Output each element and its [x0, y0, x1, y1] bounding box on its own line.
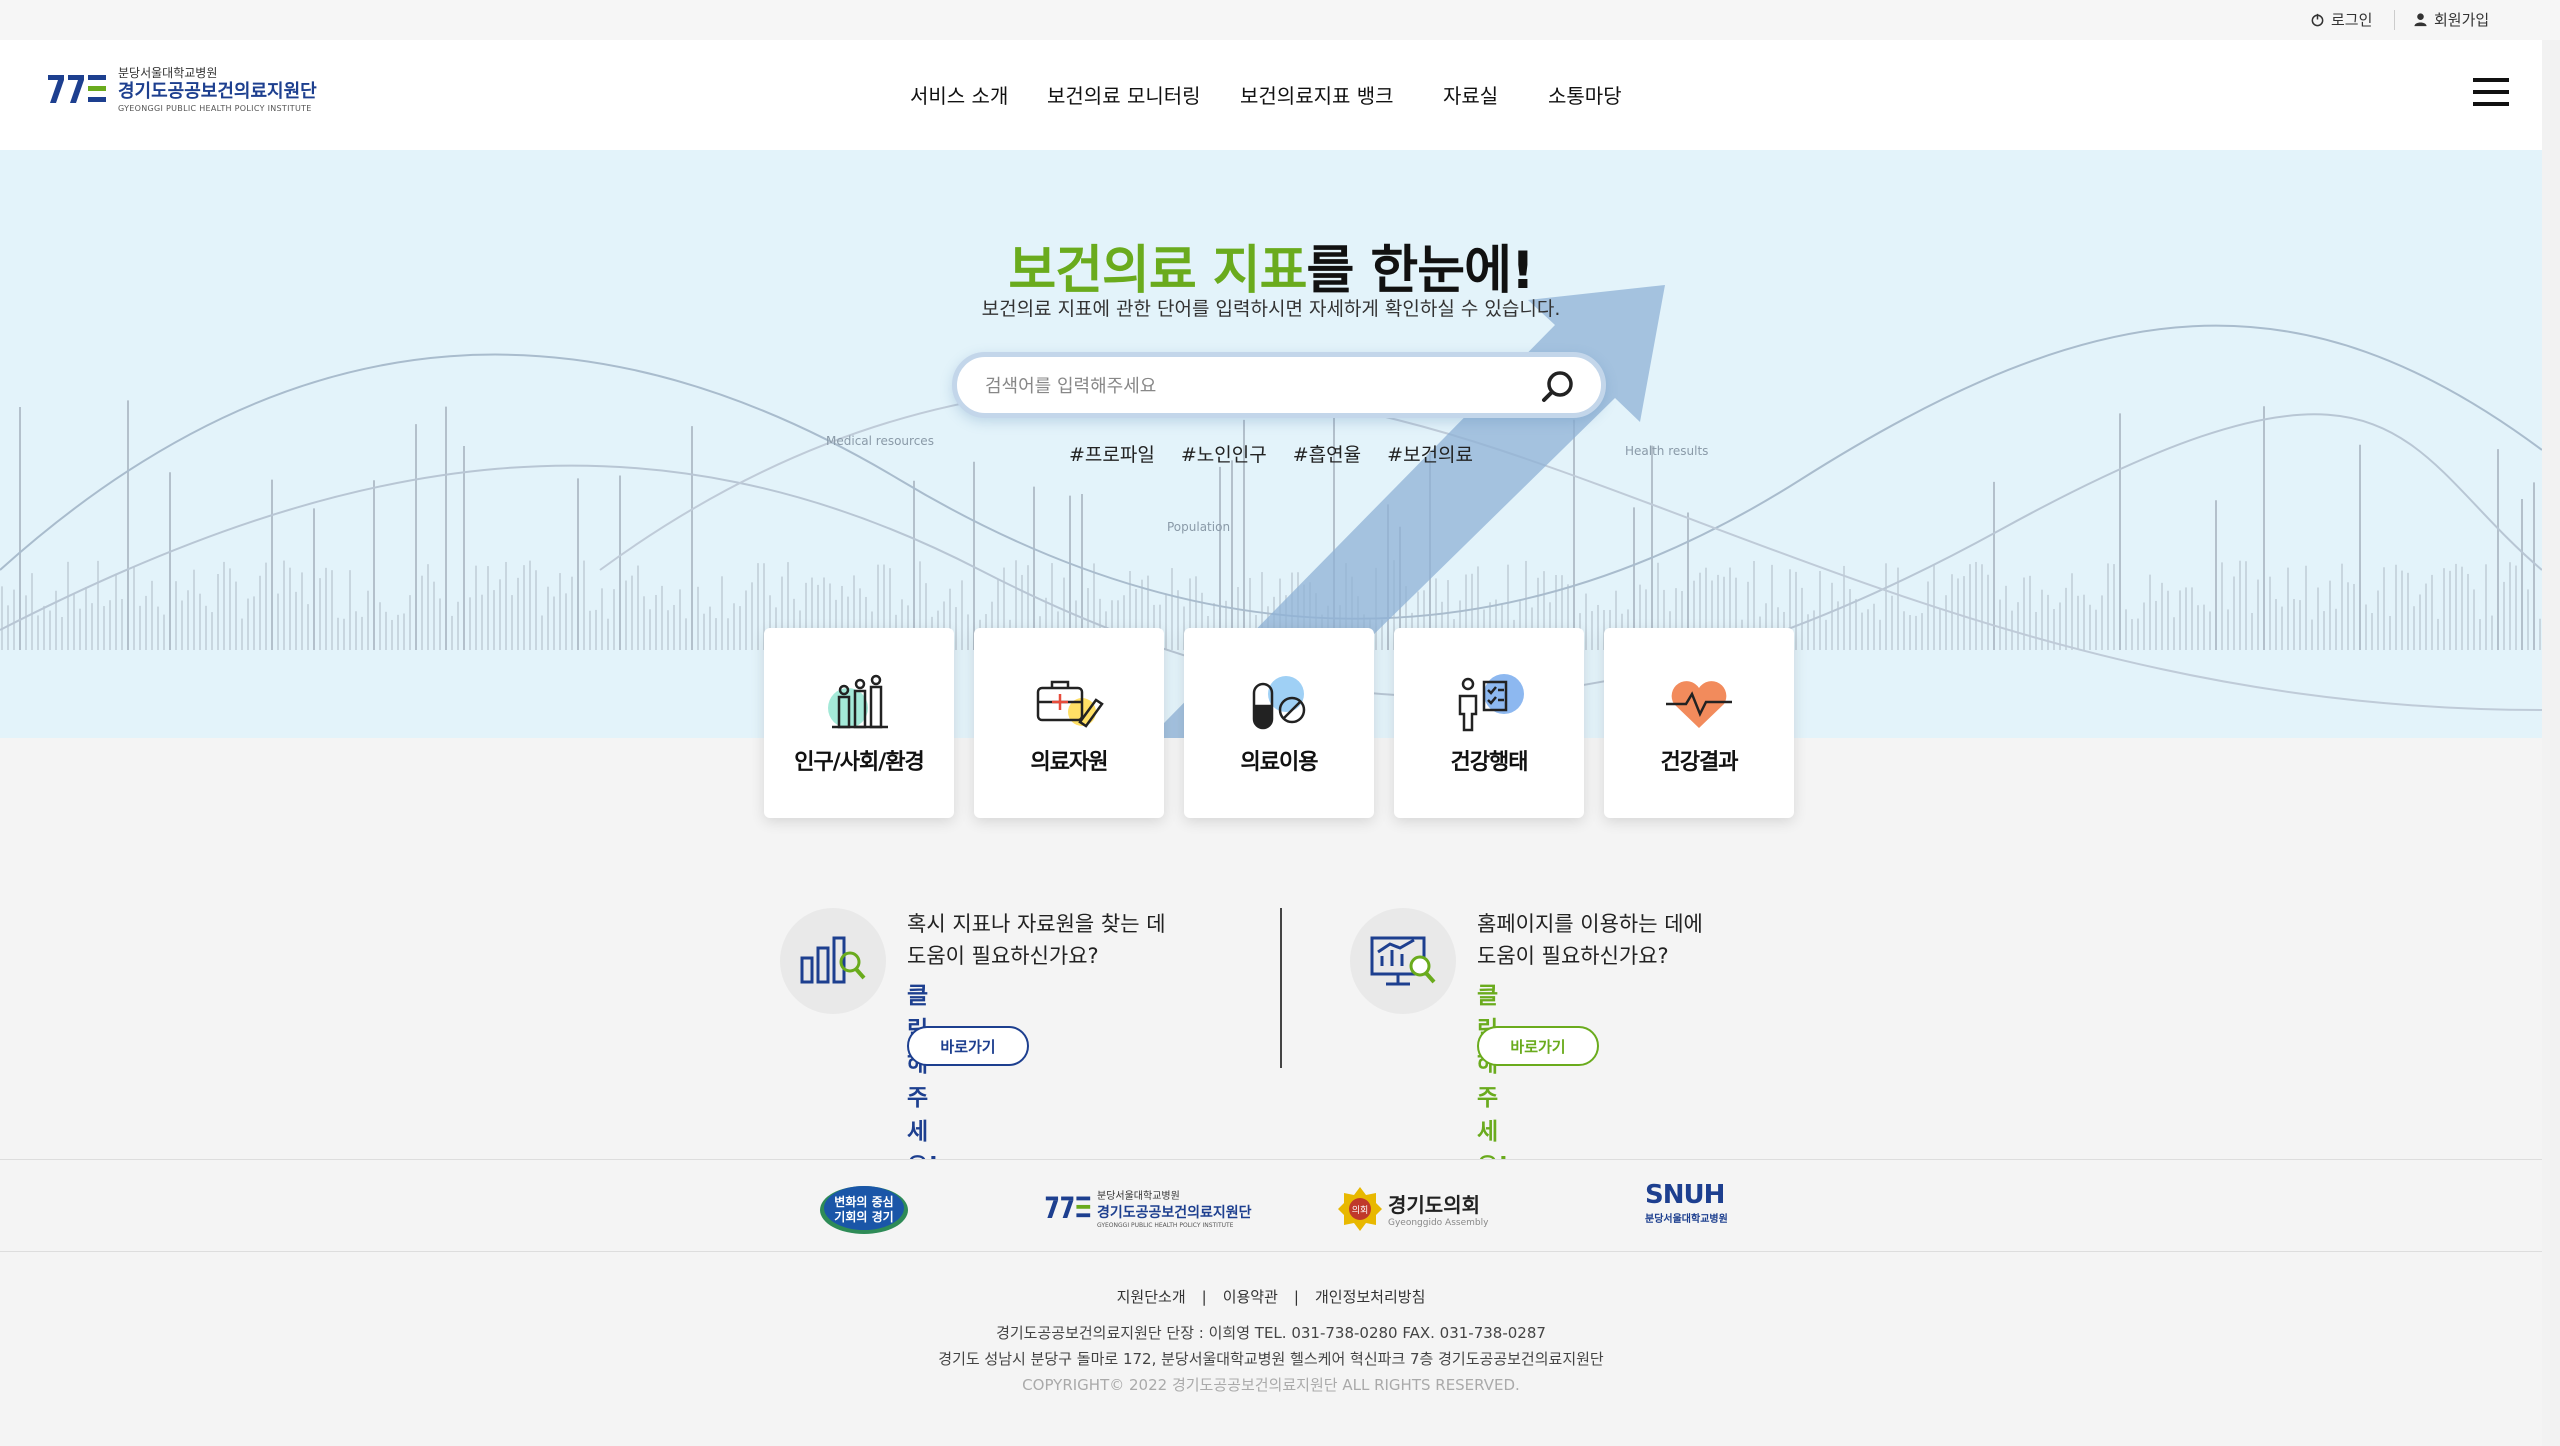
card-label: 인구/사회/환경: [794, 750, 925, 775]
population-icon: [828, 674, 888, 729]
card-label: 의료자원: [1030, 750, 1109, 775]
heart-pulse-icon: [1666, 681, 1732, 728]
nav-archive[interactable]: 자료실: [1443, 80, 1498, 109]
tag-smoking[interactable]: #흡연율: [1293, 440, 1361, 467]
help-divider: [1280, 908, 1282, 1068]
card-medical-use[interactable]: 의료이용: [1184, 628, 1374, 818]
help-text: 혹시 지표나 자료원을 찾는 데 도움이 필요하신가요?: [907, 908, 1227, 972]
search-box: [952, 352, 1606, 418]
checklist-person-icon: [1458, 674, 1524, 732]
logo-subtitle: 분당서울대학교병원: [118, 66, 218, 80]
help-line1: 혹시 지표나 자료원을 찾는 데: [907, 912, 1166, 936]
card-medical-resources[interactable]: 의료자원: [974, 628, 1164, 818]
tag-healthcare[interactable]: #보건의료: [1387, 440, 1473, 467]
partner-gyeonggi[interactable]: 변화의 중심 기회의 경기: [818, 1180, 916, 1236]
footer-address: 경기도 성남시 분당구 돌마로 172, 분당서울대학교병원 헬스케어 혁신파크…: [938, 1350, 1604, 1368]
institute-en: GYEONGGI PUBLIC HEALTH POLICY INSTITUTE: [1097, 1222, 1234, 1229]
tag-elderly[interactable]: #노인인구: [1181, 440, 1267, 467]
pill-icon: [1252, 676, 1306, 730]
svg-text:의회: 의회: [1352, 1205, 1369, 1216]
hero-title: 보건의료 지표를 한눈에!: [0, 228, 2542, 303]
snuh-logo: SNUH: [1645, 1180, 1725, 1210]
help-line1: 홈페이지를 이용하는 데에: [1477, 912, 1703, 936]
popular-tags: #프로파일 #노인인구 #흡연율 #보건의료: [0, 440, 2542, 467]
footer-link-terms[interactable]: 이용약관: [1223, 1288, 1278, 1306]
help-indicator-circle: [780, 908, 886, 1014]
monitor-chart-icon: [1370, 936, 1436, 986]
council-english: Gyeonggido Assembly: [1388, 1217, 1489, 1228]
council-seal-icon: 의회: [1338, 1187, 1382, 1231]
signup-link[interactable]: 회원가입: [2413, 9, 2489, 30]
site-header: 분당서울대학교병원 경기도공공보건의료지원단 GYEONGGI PUBLIC H…: [0, 40, 2542, 150]
partner-snuh[interactable]: SNUH 분당서울대학교병원: [1645, 1180, 1728, 1236]
footer-links: 지원단소개 | 이용약관 | 개인정보처리방침: [0, 1286, 2542, 1307]
nav-indicator-bank[interactable]: 보건의료지표 뱅크: [1240, 80, 1394, 109]
nav-service-intro[interactable]: 서비스 소개: [910, 80, 1008, 109]
help-line2: 도움이 필요하신가요?: [907, 944, 1099, 968]
help-website-circle: [1350, 908, 1456, 1014]
partner-council[interactable]: 의회 경기도의회 Gyeonggido Assembly: [1338, 1180, 1488, 1236]
institute-logo-mark: [1045, 1196, 1091, 1218]
login-link[interactable]: 로그인: [2310, 9, 2372, 30]
institute-main: 경기도공공보건의료지원단: [1097, 1205, 1252, 1221]
logo-english: GYEONGGI PUBLIC HEALTH POLICY INSTITUTE: [118, 104, 312, 113]
bar-chart-search-icon: [800, 936, 866, 984]
utility-bar: 로그인 회원가입: [0, 0, 2560, 40]
hero-description: 보건의료 지표에 관한 단어를 입력하시면 자세하게 확인하실 수 있습니다.: [981, 298, 1561, 320]
help-go-button[interactable]: 바로가기: [1477, 1026, 1599, 1066]
card-label: 의료이용: [1240, 750, 1319, 775]
menu-hamburger-icon[interactable]: [2473, 78, 2509, 106]
partner-institute[interactable]: 분당서울대학교병원 경기도공공보건의료지원단 GYEONGGI PUBLIC H…: [1045, 1180, 1252, 1236]
partner-logos: 변화의 중심 기회의 경기 분당서울대학교병원 경기도공공보건의료지원단 GYE…: [0, 1159, 2542, 1252]
footer-link-about[interactable]: 지원단소개: [1117, 1288, 1186, 1306]
chart-label-population: Population: [1167, 520, 1231, 534]
help-line2: 도움이 필요하신가요?: [1477, 944, 1669, 968]
footer-copyright: COPYRIGHT© 2022 경기도공공보건의료지원단 ALL RIGHTS …: [1022, 1376, 1520, 1394]
council-name: 경기도의회: [1388, 1192, 1480, 1217]
power-icon: [2311, 13, 2324, 27]
footer-separator: |: [1293, 1288, 1299, 1306]
snuh-subtitle: 분당서울대학교병원: [1645, 1214, 1728, 1225]
login-label: 로그인: [2331, 11, 2373, 29]
user-icon: [2414, 13, 2427, 27]
card-population[interactable]: 인구/사회/환경: [764, 628, 954, 818]
card-health-behavior[interactable]: 건강행태: [1394, 628, 1584, 818]
signup-label: 회원가입: [2434, 11, 2490, 29]
scrollbar-track: [2542, 40, 2560, 1446]
category-cards: 인구/사회/환경 의료자원 의료이용 건강행태 건강결과: [764, 628, 1794, 818]
search-icon[interactable]: [1539, 367, 1579, 407]
logo-title: 경기도공공보건의료지원단: [118, 81, 317, 102]
help-cta: 클릭해주세요!: [907, 983, 939, 1179]
help-cta: 클릭해주세요!: [1477, 983, 1509, 1179]
site-logo[interactable]: 분당서울대학교병원 경기도공공보건의료지원단 GYEONGGI PUBLIC H…: [48, 66, 317, 114]
medical-kit-icon: [1036, 680, 1104, 728]
nav-health-monitoring[interactable]: 보건의료 모니터링: [1047, 80, 1201, 109]
hero-title-highlight: 보건의료 지표: [1008, 241, 1307, 301]
footer-link-privacy[interactable]: 개인정보처리방침: [1315, 1288, 1425, 1306]
footer-separator: |: [1201, 1288, 1207, 1306]
svg-text:기회의 경기: 기회의 경기: [834, 1209, 893, 1224]
svg-text:변화의 중심: 변화의 중심: [834, 1194, 893, 1209]
tag-profile[interactable]: #프로파일: [1069, 440, 1155, 467]
institute-sub: 분당서울대학교병원: [1097, 1191, 1180, 1202]
help-text: 홈페이지를 이용하는 데에 도움이 필요하신가요?: [1477, 908, 1797, 972]
site-footer: 지원단소개 | 이용약관 | 개인정보처리방침 경기도공공보건의료지원단 단장 : 이희…: [0, 1252, 2542, 1446]
nav-community[interactable]: 소통마당: [1548, 80, 1622, 109]
card-label: 건강결과: [1660, 750, 1739, 775]
card-health-results[interactable]: 건강결과: [1604, 628, 1794, 818]
card-label: 건강행태: [1450, 750, 1529, 775]
util-divider: [2394, 10, 2395, 30]
footer-contact: 경기도공공보건의료지원단 단장 : 이희영 TEL. 031-738-0280 …: [996, 1324, 1546, 1342]
institute-logo-mark: [48, 75, 106, 103]
search-input[interactable]: [985, 371, 1505, 401]
help-go-button[interactable]: 바로가기: [907, 1026, 1029, 1066]
gyeonggi-logo: 변화의 중심 기회의 경기: [820, 1186, 908, 1234]
hero-title-rest: 를 한눈에!: [1306, 241, 1534, 301]
